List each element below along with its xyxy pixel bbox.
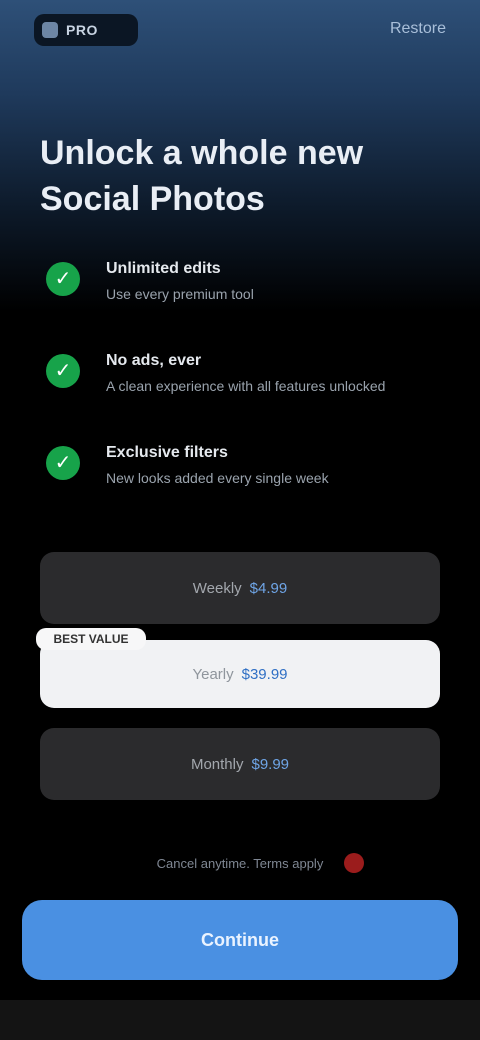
plan-price: $4.99 (249, 579, 288, 597)
page-title: Unlock a whole new Social Photos (40, 134, 364, 218)
list-item: ✓ Exclusive filters New looks added ever… (40, 436, 440, 522)
bottom-bar (0, 1000, 480, 1040)
plan-option-weekly[interactable]: Weekly $4.99 (40, 552, 440, 624)
list-item: ✓ Unlimited edits Use every premium tool (40, 252, 440, 338)
check-icon: ✓ (46, 354, 80, 388)
plan-option-monthly[interactable]: Monthly $9.99 (40, 728, 440, 800)
feature-title: Unlimited edits (106, 260, 221, 277)
feature-description: Use every premium tool (106, 286, 254, 302)
plan-option-yearly[interactable]: Yearly $39.99 (40, 640, 440, 708)
top-bar: PRO Restore (0, 0, 480, 70)
plan-name: Yearly (192, 665, 234, 683)
feature-description: A clean experience with all features unl… (106, 378, 386, 394)
plan-price: $9.99 (251, 755, 290, 773)
list-item: ✓ No ads, ever A clean experience with a… (40, 344, 440, 430)
feature-list: ✓ Unlimited edits Use every premium tool… (40, 252, 440, 528)
logo-text: PRO (66, 22, 98, 38)
alert-dot-icon (344, 853, 364, 873)
continue-button[interactable]: Continue (22, 900, 458, 980)
app-logo: PRO (34, 14, 138, 46)
plan-name: Monthly (190, 755, 244, 773)
check-icon: ✓ (46, 262, 80, 296)
check-icon: ✓ (46, 446, 80, 480)
restore-link[interactable]: Restore (390, 20, 446, 38)
best-value-badge: BEST VALUE (36, 628, 146, 650)
feature-title: Exclusive filters (106, 444, 228, 461)
plan-price: $39.99 (241, 665, 288, 683)
paywall-screen: PRO Restore Unlock a whole new Social Ph… (0, 0, 480, 1040)
legal-text[interactable]: Cancel anytime. Terms apply (110, 856, 370, 871)
logo-mark-icon (42, 22, 58, 38)
feature-description: New looks added every single week (106, 470, 329, 486)
plan-name: Weekly (192, 579, 242, 597)
feature-title: No ads, ever (106, 352, 202, 369)
